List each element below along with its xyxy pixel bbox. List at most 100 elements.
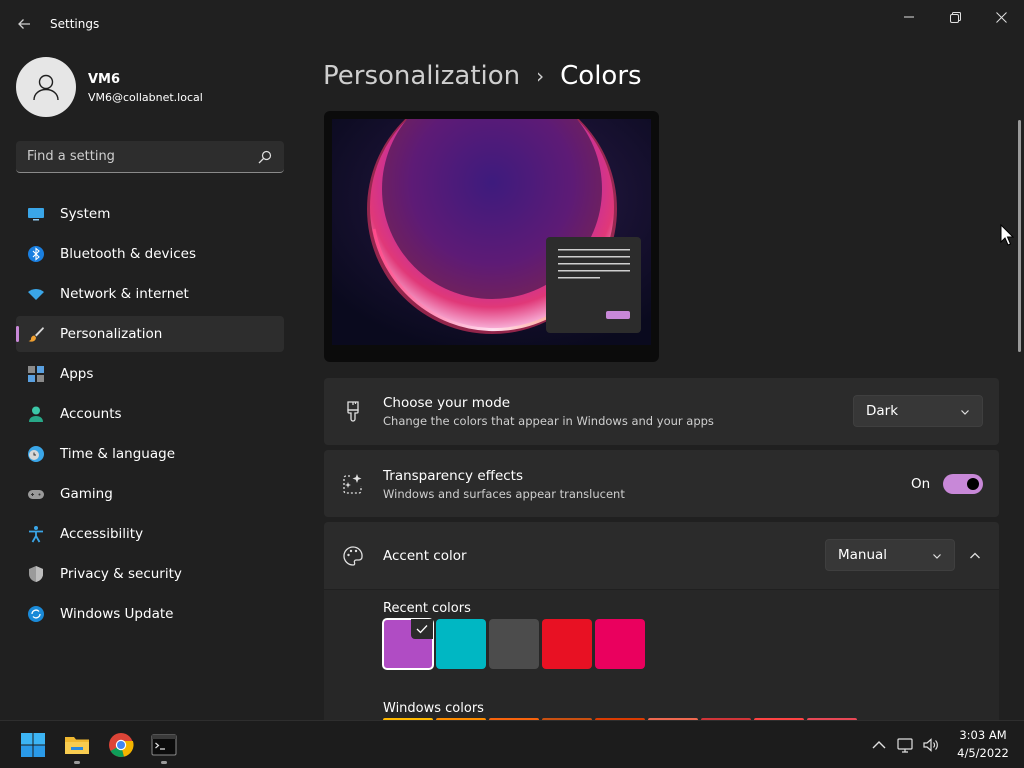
chevron-down-icon	[933, 554, 941, 559]
mode-dropdown-value: Dark	[866, 403, 899, 419]
back-button[interactable]	[10, 10, 38, 38]
toggle-knob	[967, 478, 979, 490]
restore-icon	[949, 11, 961, 23]
breadcrumb-separator: ›	[536, 64, 545, 88]
page-title: Colors	[560, 61, 642, 91]
clock-date[interactable]: 4/5/2022	[950, 746, 1016, 760]
sidebar-item-apps[interactable]: Apps	[16, 356, 284, 392]
palette-icon	[343, 546, 363, 566]
mode-dropdown[interactable]: Dark	[853, 395, 983, 427]
gamepad-icon	[28, 490, 44, 499]
person-icon	[33, 74, 59, 101]
sidebar-item-network[interactable]: Network & internet	[16, 276, 284, 312]
wallpaper-preview	[332, 119, 651, 345]
apps-icon	[28, 366, 44, 382]
clock-time[interactable]: 3:03 AM	[950, 728, 1016, 742]
accessibility-icon	[29, 526, 43, 543]
color-swatch[interactable]	[436, 619, 486, 669]
color-swatch[interactable]	[542, 619, 592, 669]
checkmark-icon	[416, 625, 428, 634]
taskbar: 3:03 AM 4/5/2022	[0, 720, 1024, 768]
theme-preview	[324, 111, 659, 362]
user-name: VM6	[88, 72, 121, 87]
accent-dropdown-value: Manual	[838, 547, 888, 563]
chevron-up-icon[interactable]	[870, 736, 888, 754]
checkmark-icon-wrap	[411, 619, 433, 639]
running-indicator	[161, 761, 167, 764]
shield-icon	[29, 566, 43, 582]
windows-colors-label: Windows colors	[383, 701, 484, 716]
sparkle-window-icon	[343, 474, 362, 494]
accent-title: Accent color	[383, 548, 467, 564]
terminal-icon[interactable]	[151, 732, 177, 758]
paint-brush-icon	[347, 401, 359, 422]
close-icon	[995, 11, 1007, 23]
folder-icon[interactable]	[64, 732, 90, 758]
chevron-up-icon	[970, 552, 980, 559]
restore-button[interactable]	[932, 4, 978, 30]
transparency-toggle-label: On	[911, 476, 931, 492]
search-button[interactable]	[258, 149, 274, 165]
transparency-title: Transparency effects	[383, 468, 523, 484]
transparency-subtitle: Windows and surfaces appear translucent	[383, 487, 625, 501]
close-button[interactable]	[978, 4, 1024, 30]
brush-icon	[28, 327, 44, 342]
color-swatch[interactable]	[489, 619, 539, 669]
accent-collapse-button[interactable]	[964, 546, 986, 566]
accent-dropdown[interactable]: Manual	[825, 539, 955, 571]
sidebar-item-system[interactable]: System	[16, 196, 284, 232]
wifi-icon	[28, 289, 44, 300]
sidebar-item-personalization[interactable]: Personalization	[16, 316, 284, 352]
recent-colors-label: Recent colors	[383, 601, 471, 616]
mode-card: Choose your mode Change the colors that …	[324, 378, 999, 445]
sidebar-item-label: Network & internet	[60, 286, 189, 302]
sidebar-item-label: Accounts	[60, 406, 122, 422]
breadcrumb-parent[interactable]: Personalization	[323, 61, 520, 91]
volume-icon[interactable]	[922, 736, 940, 754]
bluetooth-icon	[28, 246, 44, 262]
app-title: Settings	[50, 17, 100, 31]
sidebar-item-label: System	[60, 206, 111, 222]
mode-title: Choose your mode	[383, 395, 511, 411]
search-input[interactable]	[16, 141, 246, 172]
network-icon[interactable]	[897, 736, 915, 754]
avatar[interactable]	[16, 57, 76, 117]
system-icon	[28, 208, 44, 221]
minimize-button[interactable]	[886, 4, 932, 30]
user-email: VM6@collabnet.local	[88, 91, 203, 104]
sidebar-item-label: Time & language	[60, 446, 176, 462]
sidebar-item-label: Apps	[60, 366, 94, 382]
update-icon	[28, 606, 44, 622]
mode-subtitle: Change the colors that appear in Windows…	[383, 414, 714, 428]
sidebar-item-label: Privacy & security	[60, 566, 182, 582]
scrollbar-thumb[interactable]	[1018, 120, 1021, 352]
sidebar-item-gaming[interactable]: Gaming	[16, 476, 284, 512]
color-swatch[interactable]	[382, 618, 434, 670]
color-swatch[interactable]	[595, 619, 645, 669]
accent-color-panel: Recent colors Windows colors	[324, 590, 999, 722]
sidebar-item-time-language[interactable]: Time & language	[16, 436, 284, 472]
search-box[interactable]	[16, 141, 284, 173]
accent-card: Accent color Manual	[324, 522, 999, 589]
sidebar-item-label: Windows Update	[60, 606, 174, 622]
mouse-cursor-icon	[1000, 224, 1014, 246]
sidebar-item-accounts[interactable]: Accounts	[16, 396, 284, 432]
sidebar-item-privacy[interactable]: Privacy & security	[16, 556, 284, 592]
sidebar-item-label: Gaming	[60, 486, 113, 502]
account-icon	[29, 406, 43, 422]
search-icon	[258, 150, 272, 164]
minimize-icon	[904, 16, 914, 18]
title-bar: Settings	[0, 0, 1024, 48]
transparency-toggle[interactable]	[943, 474, 983, 494]
sidebar-item-bluetooth[interactable]: Bluetooth & devices	[16, 236, 284, 272]
sidebar-item-accessibility[interactable]: Accessibility	[16, 516, 284, 552]
clock-globe-icon	[28, 446, 44, 462]
chrome-icon[interactable]	[108, 732, 134, 758]
running-indicator	[74, 761, 80, 764]
sidebar-item-label: Bluetooth & devices	[60, 246, 197, 262]
transparency-card: Transparency effects Windows and surface…	[324, 450, 999, 517]
sidebar-item-windows-update[interactable]: Windows Update	[16, 596, 284, 632]
chevron-down-icon	[961, 410, 969, 415]
windows-start-icon[interactable]	[20, 732, 46, 758]
sidebar-item-label: Accessibility	[60, 526, 144, 542]
